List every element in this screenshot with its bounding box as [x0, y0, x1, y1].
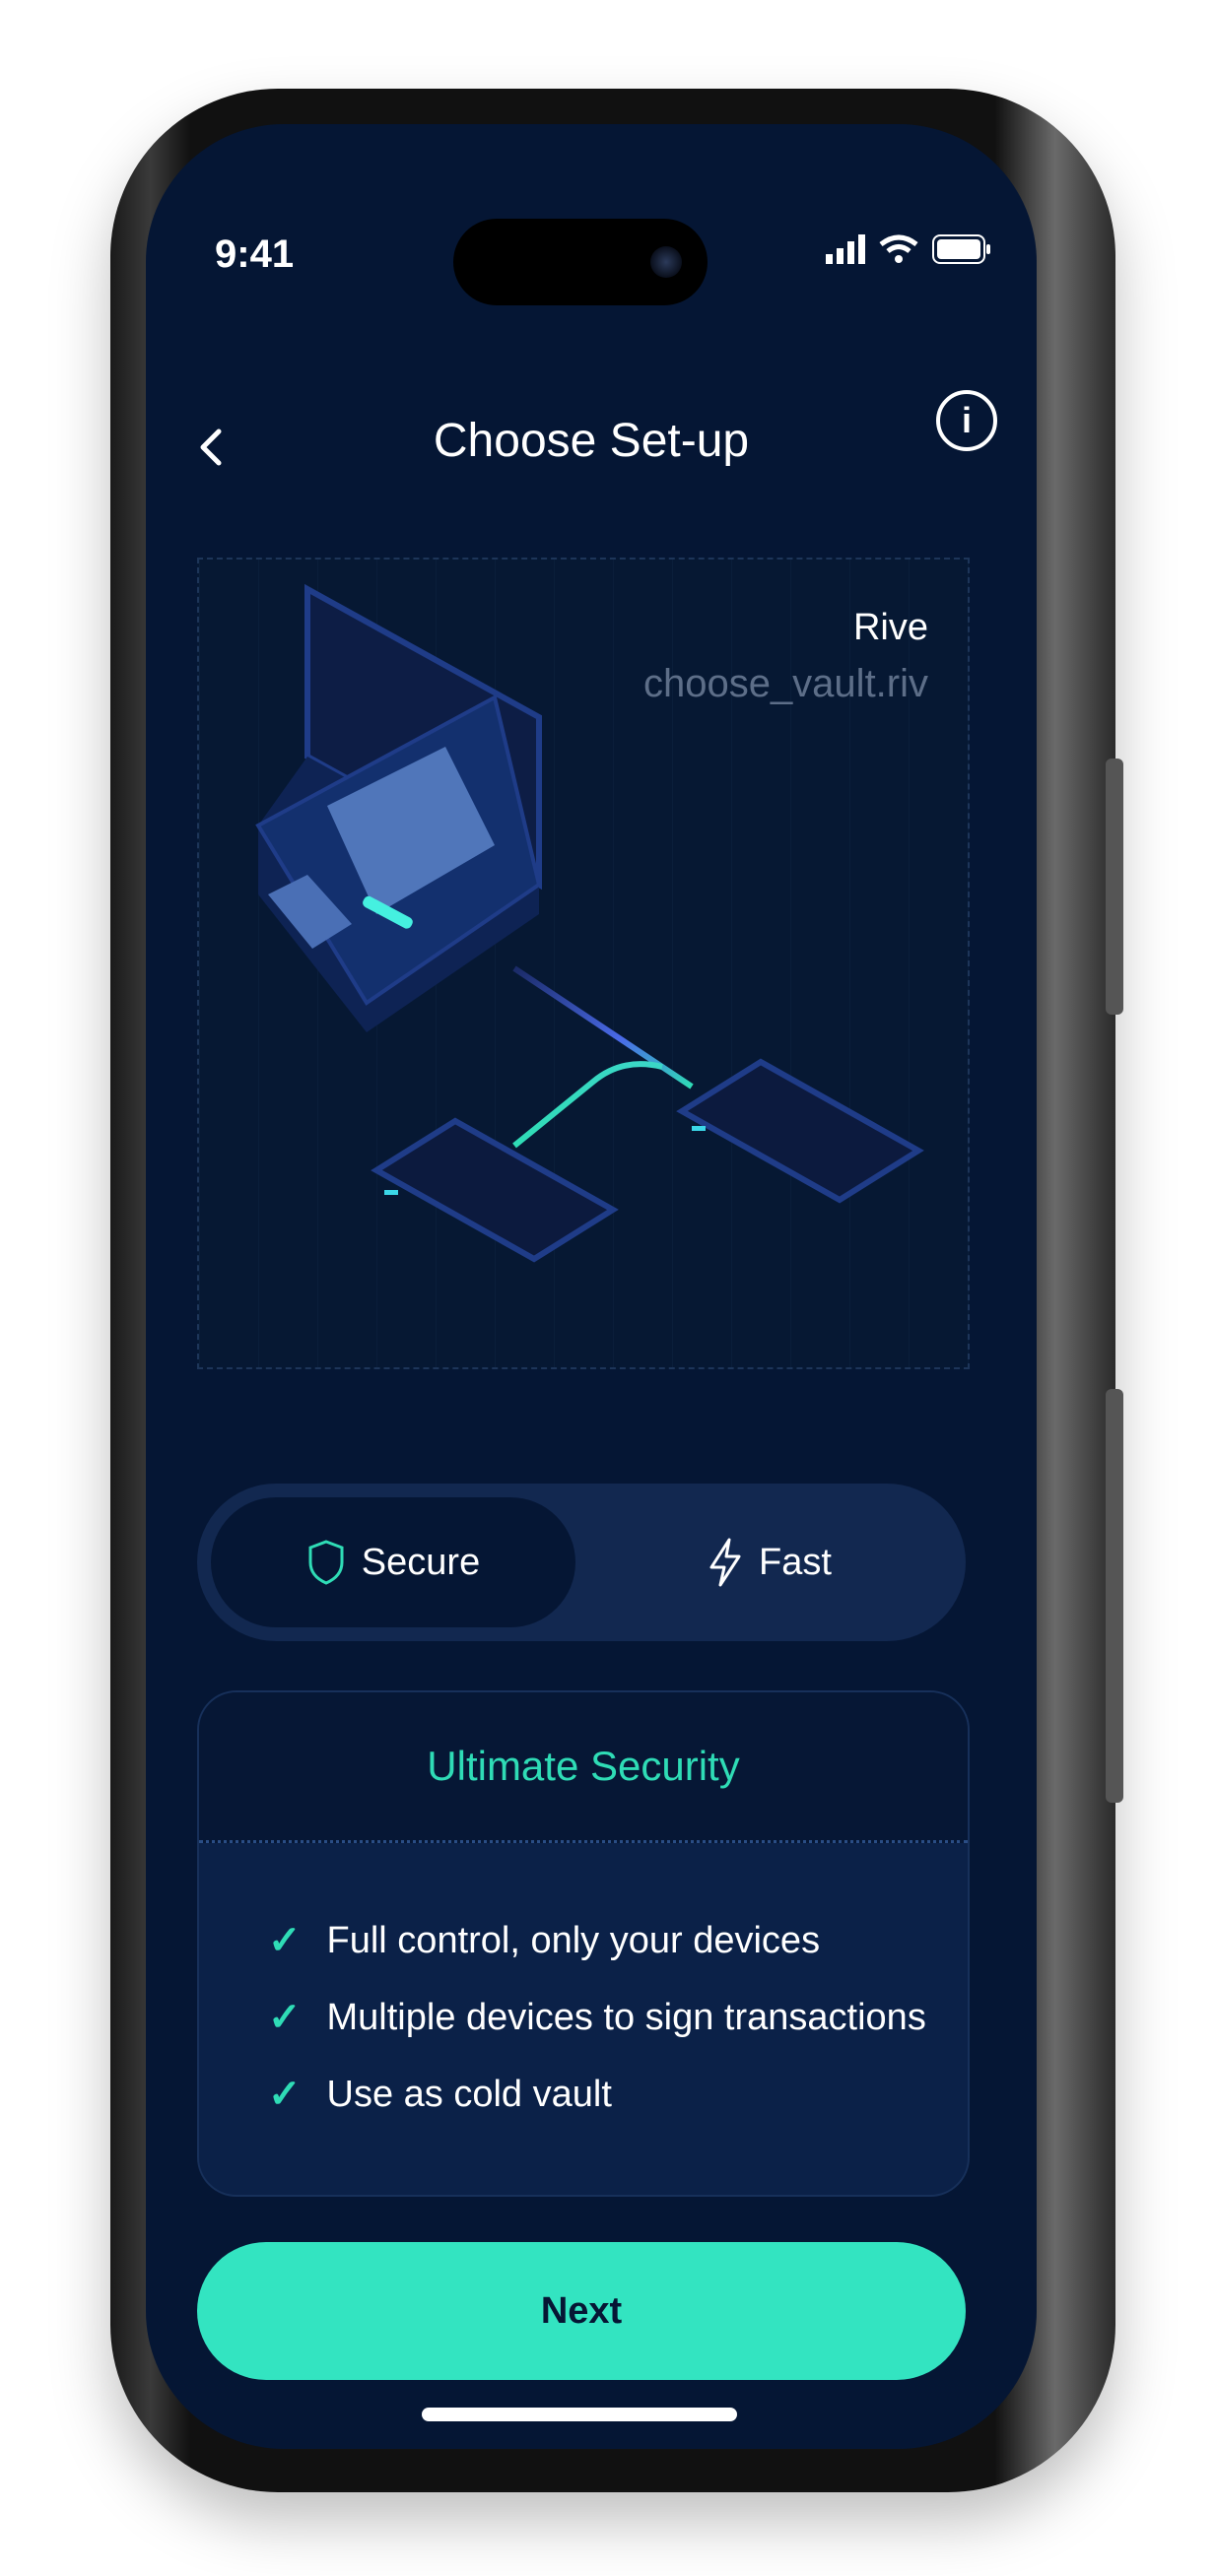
- feature-text: Use as cold vault: [326, 2073, 612, 2115]
- phone-device-right-icon: [676, 1058, 924, 1204]
- fast-option[interactable]: Fast: [587, 1497, 952, 1627]
- feature-text: Multiple devices to sign transactions: [326, 1996, 926, 2038]
- feature-text: Full control, only your devices: [326, 1919, 821, 1961]
- mode-toggle: Secure Fast: [197, 1484, 966, 1641]
- home-indicator[interactable]: [422, 2408, 737, 2421]
- phone-side-button: [1106, 1389, 1123, 1803]
- phone-side-button: [1106, 759, 1123, 1015]
- feature-item: ✓ Use as cold vault: [268, 2056, 968, 2133]
- feature-list: ✓ Full control, only your devices ✓ Mult…: [199, 1843, 968, 2133]
- security-card-header: Ultimate Security: [199, 1692, 968, 1843]
- status-time: 9:41: [215, 232, 295, 276]
- rive-illustration: Rive choose_vault.riv: [197, 558, 970, 1369]
- wifi-icon: [879, 234, 918, 263]
- camera-icon: [650, 246, 682, 278]
- dynamic-island: [453, 219, 708, 305]
- next-button[interactable]: Next: [197, 2242, 966, 2380]
- header: Choose Set-up i: [146, 390, 1037, 489]
- app-screen: 9:41 Choose Set-up i Rive choose_vault.r…: [146, 124, 1037, 2449]
- security-card: Ultimate Security ✓ Full control, only y…: [197, 1690, 970, 2197]
- check-icon: ✓: [268, 1996, 302, 2039]
- lightning-icon: [709, 1538, 741, 1587]
- feature-item: ✓ Multiple devices to sign transactions: [268, 1979, 968, 2056]
- secure-option-label: Secure: [361, 1541, 481, 1583]
- check-icon: ✓: [268, 2073, 302, 2116]
- security-card-title: Ultimate Security: [427, 1743, 740, 1789]
- secure-option[interactable]: Secure: [211, 1497, 575, 1627]
- devices-illustration: [255, 583, 924, 1263]
- page-title: Choose Set-up: [433, 415, 750, 467]
- feature-item: ✓ Full control, only your devices: [268, 1902, 968, 1979]
- info-icon[interactable]: i: [936, 390, 997, 451]
- battery-icon: [932, 234, 990, 264]
- signal-icon: [826, 234, 865, 264]
- fast-option-label: Fast: [759, 1541, 832, 1583]
- phone-device-left-icon: [371, 1117, 619, 1263]
- check-icon: ✓: [268, 1919, 302, 1962]
- shield-icon: [308, 1540, 344, 1585]
- status-icons: [826, 234, 991, 264]
- laptop-icon: [255, 583, 542, 1032]
- phone-frame: 9:41 Choose Set-up i Rive choose_vault.r…: [110, 89, 1123, 2492]
